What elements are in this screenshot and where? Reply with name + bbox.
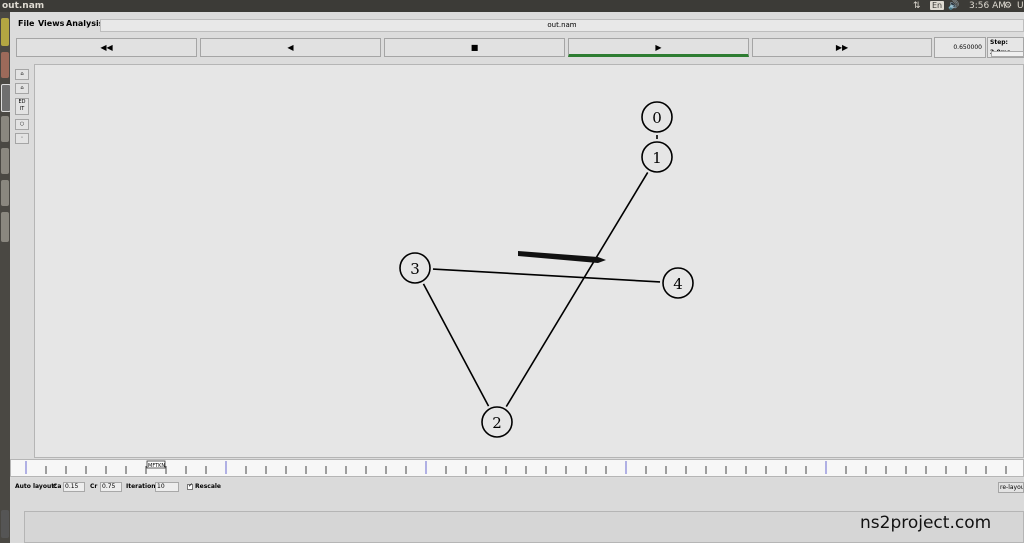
keyboard-layout: En <box>930 1 945 10</box>
network-topology[interactable]: 0 1 2 3 4 <box>35 65 1023 457</box>
rewind-button[interactable]: ◀◀ <box>16 38 197 57</box>
nam-window: File Views Analysis out.nam ◀◀ ◀ ■ ▶ ▶▶ … <box>10 12 1024 543</box>
timeline-slider[interactable]: MFTKN <box>10 459 1024 477</box>
timeline-marker-label: MFTKN <box>148 463 165 469</box>
launcher-app-icon[interactable] <box>1 148 9 174</box>
iterations-input[interactable]: 10 <box>155 482 179 492</box>
node-label: 3 <box>410 260 420 278</box>
launcher-app-icon[interactable] <box>1 18 9 46</box>
node-4[interactable]: 4 <box>662 267 694 299</box>
node-label: 1 <box>652 149 662 167</box>
settings-gear-icon[interactable]: ⚙ <box>1004 0 1012 12</box>
link-3-4[interactable] <box>432 268 661 283</box>
window-title: out.nam <box>2 1 45 11</box>
menu-file[interactable]: File <box>18 15 34 32</box>
launcher-sidebar <box>0 12 11 543</box>
clock[interactable]: 3:56 AM <box>969 0 1006 12</box>
node-label: 2 <box>492 414 502 432</box>
network-arrows-icon[interactable]: ⇅ <box>913 0 921 12</box>
cr-input[interactable]: 0.75 <box>100 482 122 492</box>
menu-bar: File Views Analysis out.nam <box>10 15 1024 32</box>
cr-label: Cr <box>90 483 98 490</box>
current-time-display: 0.650000 <box>934 37 986 58</box>
node-3[interactable]: 3 <box>399 252 431 284</box>
relayout-button[interactable]: re-layout <box>998 482 1024 493</box>
launcher-app-icon[interactable] <box>1 52 9 78</box>
launcher-app-icon[interactable] <box>1 116 9 142</box>
keyboard-indicator[interactable]: En <box>930 0 945 12</box>
rescale-label: Rescale <box>195 483 221 490</box>
trace-filename: out.nam <box>100 19 1024 32</box>
user-menu[interactable]: U <box>1017 0 1024 12</box>
ca-label: Ca <box>53 483 62 490</box>
launcher-trash-icon[interactable] <box>1 510 9 538</box>
packet[interactable] <box>518 251 606 263</box>
step-back-button[interactable]: ◀ <box>200 38 381 57</box>
watermark: ns2project.com <box>860 513 992 533</box>
zoom-in-icon[interactable]: ⌂ <box>15 69 29 80</box>
launcher-app-icon[interactable] <box>1 180 9 206</box>
link-1-2[interactable] <box>505 171 649 408</box>
node-label: 0 <box>652 109 662 127</box>
zoom-out-icon[interactable]: ⌂ <box>15 83 29 94</box>
fast-forward-button[interactable]: ▶▶ <box>752 38 932 57</box>
stop-button[interactable]: ■ <box>384 38 565 57</box>
node-1[interactable]: 1 <box>641 141 673 173</box>
ca-input[interactable]: 0.15 <box>63 482 85 492</box>
auto-layout-label: Auto layout: <box>15 483 57 490</box>
rescale-checkbox[interactable]: ✓ <box>187 482 194 490</box>
check-icon: ✓ <box>188 482 194 489</box>
launcher-app-icon[interactable] <box>1 212 9 242</box>
menu-analysis[interactable]: Analysis <box>66 15 104 32</box>
step-control: Step: 2.0ms <box>987 37 1024 58</box>
node-2[interactable]: 2 <box>481 406 513 438</box>
node-label: 4 <box>673 275 683 293</box>
menu-views[interactable]: Views <box>38 15 64 32</box>
auto-layout-panel: Auto layout: Ca 0.15 Cr 0.75 Iterations … <box>10 478 1024 543</box>
system-top-bar: out.nam ⇅ En 🔊 3:56 AM ⚙ U <box>0 0 1024 12</box>
circle-tool-icon[interactable]: ○ <box>15 119 29 130</box>
volume-icon[interactable]: 🔊 <box>948 0 959 12</box>
network-canvas[interactable]: 0 1 2 3 4 <box>34 64 1024 458</box>
play-button[interactable]: ▶ <box>568 38 749 57</box>
node-tool-icon[interactable]: ◦ <box>15 133 29 144</box>
node-0[interactable]: 0 <box>641 101 673 133</box>
link-3-2[interactable] <box>422 283 490 407</box>
timeline-ticks: MFTKN <box>25 460 1007 474</box>
step-slider[interactable] <box>991 51 1024 57</box>
edit-mode-button[interactable]: ED IT <box>15 98 29 115</box>
